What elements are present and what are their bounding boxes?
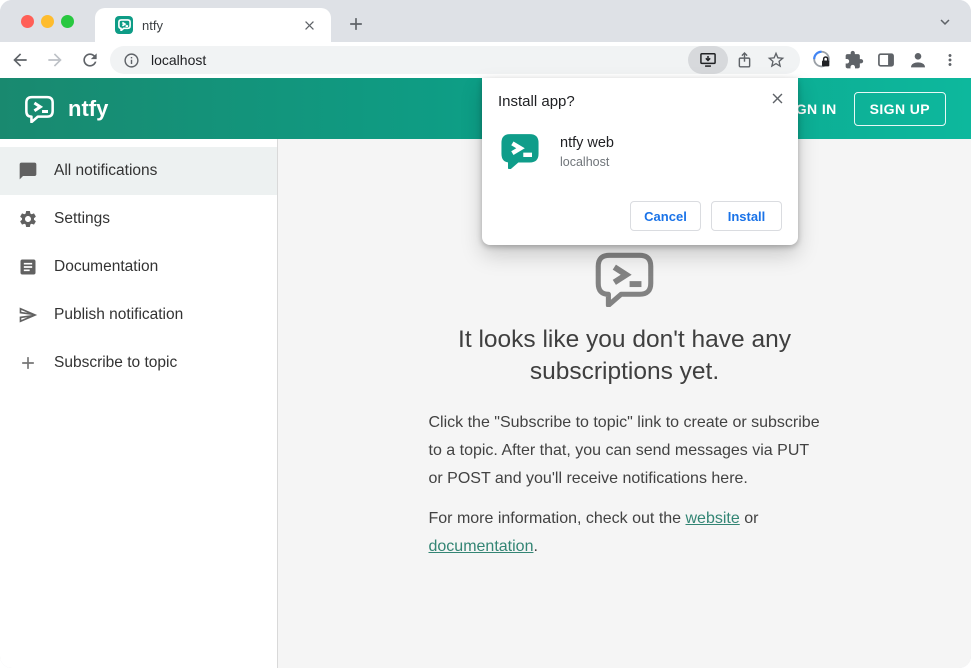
- share-icon: [735, 51, 754, 70]
- password-extension-button[interactable]: [810, 47, 834, 73]
- bookmark-button[interactable]: [760, 46, 792, 74]
- app-name: ntfy web: [560, 135, 614, 151]
- tab-strip: ntfy: [0, 0, 971, 42]
- minimize-window-button[interactable]: [41, 15, 54, 28]
- empty-state-heading: It looks like you don't have any subscri…: [458, 326, 791, 386]
- browser-menu-button[interactable]: [938, 47, 962, 73]
- kebab-menu-icon: [941, 51, 959, 69]
- side-panel-button[interactable]: [874, 47, 898, 73]
- sidebar-item-label: Settings: [54, 210, 111, 227]
- documentation-link[interactable]: documentation: [429, 538, 534, 555]
- zoom-window-button[interactable]: [61, 15, 74, 28]
- close-icon: [769, 90, 786, 107]
- sidebar-item-label: Publish notification: [54, 306, 184, 323]
- new-tab-button[interactable]: [343, 11, 369, 37]
- tab-title: ntfy: [142, 17, 163, 33]
- brand-title: ntfy: [68, 95, 109, 121]
- more-info-middle: or: [739, 509, 759, 527]
- bookmark-star-icon: [766, 50, 786, 70]
- install-button[interactable]: Install: [711, 201, 782, 231]
- cancel-button[interactable]: Cancel: [630, 201, 701, 231]
- address-bar[interactable]: localhost: [110, 46, 800, 74]
- app-origin: localhost: [560, 155, 610, 169]
- share-button[interactable]: [728, 46, 760, 74]
- dialog-app-info: ntfy web localhost: [560, 133, 614, 169]
- website-link[interactable]: website: [686, 510, 740, 527]
- sidebar-item-label: Subscribe to topic: [54, 354, 178, 371]
- extensions-puzzle-icon: [844, 50, 864, 70]
- sidebar-item-publish-notification[interactable]: Publish notification: [0, 291, 277, 339]
- article-icon: [18, 257, 38, 277]
- dialog-title: Install app?: [498, 93, 575, 110]
- traffic-lights: [21, 15, 74, 28]
- password-extension-icon: [811, 49, 833, 71]
- more-info-suffix: .: [533, 537, 538, 555]
- more-info-prefix: For more information, check out the: [428, 509, 686, 527]
- info-icon[interactable]: [123, 52, 140, 69]
- more-info-paragraph: For more information, check out the webs…: [429, 505, 821, 561]
- ntfy-logo-icon: [24, 95, 55, 123]
- empty-state: It looks like you don't have any subscri…: [429, 251, 821, 668]
- browser-toolbar: localhost: [0, 42, 971, 78]
- browser-tab-ntfy[interactable]: ntfy: [95, 8, 331, 42]
- browser-window: ntfy localhost ntfy SIGN IN SIGN UP All …: [0, 0, 971, 668]
- new-tab-icon: [346, 14, 366, 34]
- reload-icon: [80, 50, 100, 70]
- ntfy-favicon: [115, 16, 133, 34]
- dialog-actions: Cancel Install: [630, 201, 782, 231]
- sidebar-item-label: All notifications: [54, 162, 158, 179]
- sign-up-button[interactable]: SIGN UP: [853, 91, 946, 126]
- extensions-button[interactable]: [842, 47, 866, 73]
- dialog-app-row: ntfy web localhost: [500, 133, 782, 169]
- side-panel-icon: [876, 50, 896, 70]
- ntfy-app-icon: [500, 133, 540, 169]
- sidebar-item-all-notifications[interactable]: All notifications: [0, 147, 277, 195]
- close-icon: [302, 18, 317, 33]
- tab-close-button[interactable]: [299, 15, 319, 35]
- empty-state-paragraph: Click the "Subscribe to topic" link to c…: [428, 413, 820, 487]
- sidebar-item-label: Documentation: [54, 258, 159, 275]
- send-icon: [18, 305, 38, 325]
- profile-button[interactable]: [906, 47, 930, 73]
- install-app-button[interactable]: [688, 46, 728, 74]
- dialog-close-button[interactable]: [766, 87, 788, 109]
- sidebar: All notifications Settings Documentation…: [0, 139, 278, 668]
- install-icon: [698, 50, 718, 70]
- ntfy-logo-gray-icon: [594, 251, 655, 307]
- chat-bubble-icon: [18, 161, 38, 181]
- sidebar-item-subscribe-to-topic[interactable]: Subscribe to topic: [0, 339, 277, 387]
- gear-icon: [18, 209, 38, 229]
- toolbar-right-icons: [810, 46, 962, 74]
- profile-avatar-icon: [907, 49, 929, 71]
- close-window-button[interactable]: [21, 15, 34, 28]
- sidebar-item-documentation[interactable]: Documentation: [0, 243, 277, 291]
- sidebar-item-settings[interactable]: Settings: [0, 195, 277, 243]
- chevron-down-icon: [936, 13, 954, 31]
- reload-button[interactable]: [75, 45, 105, 75]
- install-app-dialog: Install app? ntfy web localhost Cancel I…: [482, 78, 798, 245]
- plus-icon: [18, 353, 38, 373]
- back-icon: [10, 50, 30, 70]
- forward-icon: [45, 50, 65, 70]
- url-text: localhost: [151, 52, 207, 68]
- tab-search-button[interactable]: [935, 12, 955, 32]
- forward-button[interactable]: [40, 45, 70, 75]
- back-button[interactable]: [5, 45, 35, 75]
